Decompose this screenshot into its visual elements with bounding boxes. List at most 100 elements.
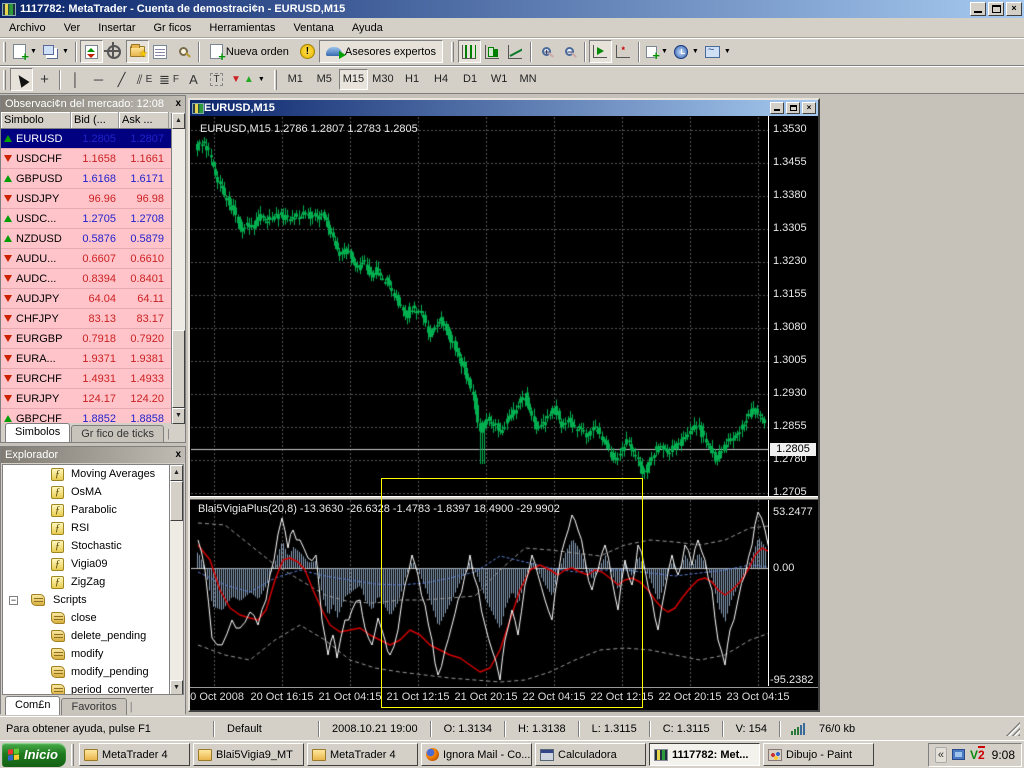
market-watch-scrollbar[interactable]: ▲ ▼ [171, 113, 185, 424]
strategy-tester-button[interactable] [172, 40, 195, 63]
market-watch-row[interactable]: GBPUSD 1.6168 1.6171 [1, 169, 171, 189]
market-watch-toggle[interactable] [80, 40, 103, 63]
market-watch-row[interactable]: USDCHF 1.1658 1.1661 [1, 149, 171, 169]
antivirus-icon[interactable]: V2 [970, 748, 985, 762]
navigator-indicator-item[interactable]: ƒ RSI [3, 519, 183, 537]
navigator-indicator-item[interactable]: ƒ Moving Averages [3, 465, 183, 483]
timeframe-button[interactable]: H1 [398, 69, 427, 90]
navigator-indicator-item[interactable]: ƒ OsMA [3, 483, 183, 501]
market-watch-row[interactable]: EURA... 1.9371 1.9381 [1, 349, 171, 369]
tab-tick-chart[interactable]: Gr fico de ticks [71, 425, 164, 442]
auto-scroll-toggle[interactable] [589, 40, 612, 63]
chart-maximize-button[interactable] [786, 102, 800, 114]
text-tool[interactable]: A [182, 68, 205, 91]
market-watch-row[interactable]: CHFJPY 83.13 83.17 [1, 309, 171, 329]
market-watch-row[interactable]: AUDJPY 64.04 64.11 [1, 289, 171, 309]
tab-simbolos[interactable]: Simbolos [5, 423, 70, 442]
vertical-line-tool[interactable]: │ [64, 68, 87, 91]
alert-icon[interactable]: ! [296, 40, 319, 63]
scroll-down-icon[interactable]: ▼ [172, 408, 185, 424]
column-bid[interactable]: Bid (... [71, 112, 119, 128]
data-window-button[interactable] [103, 40, 126, 63]
navigator-indicator-item[interactable]: ƒ Vigia09 [3, 555, 183, 573]
timeframe-button[interactable]: M15 [339, 69, 368, 90]
maximize-button[interactable] [988, 2, 1004, 16]
chart-close-button[interactable]: × [802, 102, 816, 114]
market-watch-row[interactable]: EURUSD 1.2805 1.2807 [1, 129, 171, 149]
menu-item[interactable]: Insertar [89, 20, 144, 36]
market-watch-row[interactable]: AUDU... 0.6607 0.6610 [1, 249, 171, 269]
column-symbol[interactable]: Simbolo [1, 112, 71, 128]
taskbar-task-button[interactable]: Ignora Mail - Co... [421, 743, 532, 766]
zoom-out-button[interactable]: − [558, 40, 581, 63]
tab-favoritos[interactable]: Favoritos [61, 698, 126, 715]
menu-item[interactable]: Gr ficos [145, 20, 201, 36]
new-order-button[interactable]: + Nueva orden [203, 40, 296, 63]
navigator-scrollbar[interactable]: ▲ ▼ [169, 465, 183, 695]
line-chart-button[interactable] [504, 40, 527, 63]
start-button[interactable]: Inicio [2, 743, 66, 767]
column-ask[interactable]: Ask ... [119, 112, 169, 128]
toolbar-grip[interactable] [3, 70, 6, 90]
chart-window-titlebar[interactable]: EURUSD,M15 × [190, 100, 818, 116]
scroll-up-icon[interactable]: ▲ [170, 465, 183, 481]
bar-chart-button[interactable] [458, 40, 481, 63]
cursor-tool[interactable] [10, 68, 33, 91]
close-icon[interactable]: x [175, 99, 181, 109]
scrollbar-thumb[interactable] [170, 481, 183, 521]
toolbar-grip[interactable] [274, 70, 277, 90]
scrollbar-thumb[interactable] [172, 330, 185, 408]
trendline-tool[interactable]: ╱ [110, 68, 133, 91]
profiles-button[interactable]: ▼ [40, 40, 72, 63]
navigator-script-item[interactable]: modify [3, 645, 183, 663]
network-icon[interactable] [952, 749, 965, 760]
scroll-down-icon[interactable]: ▼ [170, 680, 183, 695]
timeframe-button[interactable]: M5 [310, 69, 339, 90]
horizontal-line-tool[interactable]: ─ [87, 68, 110, 91]
chart-shift-button[interactable]: * [612, 40, 635, 63]
market-watch-row[interactable]: NZDUSD 0.5876 0.5879 [1, 229, 171, 249]
periods-button[interactable]: ▼ [671, 40, 702, 63]
new-chart-button[interactable]: +▼ [10, 40, 40, 63]
crosshair-tool[interactable]: + [33, 68, 56, 91]
selection-rectangle[interactable] [381, 478, 643, 708]
market-watch-row[interactable]: GBPCHF 1.8852 1.8858 [1, 409, 171, 423]
navigator-toggle[interactable]: ★ [126, 40, 149, 63]
tray-chevron-icon[interactable]: « [935, 747, 947, 763]
fibonacci-tool[interactable]: ≣F [156, 68, 182, 91]
chart-minimize-button[interactable] [770, 102, 784, 114]
taskbar-task-button[interactable]: Blai5Vigia9_MT [193, 743, 304, 766]
status-profile[interactable]: Default [219, 723, 314, 735]
market-watch-row[interactable]: AUDC... 0.8394 0.8401 [1, 269, 171, 289]
taskbar-task-button[interactable]: MetaTrader 4 [79, 743, 190, 766]
navigator-indicator-item[interactable]: ƒ Parabolic [3, 501, 183, 519]
candlestick-chart-button[interactable] [481, 40, 504, 63]
market-watch-row[interactable]: EURGBP 0.7918 0.7920 [1, 329, 171, 349]
menu-item[interactable]: Herramientas [200, 20, 284, 36]
timeframe-button[interactable]: M1 [281, 69, 310, 90]
timeframe-button[interactable]: M30 [368, 69, 397, 90]
navigator-script-item[interactable]: close [3, 609, 183, 627]
navigator-indicator-item[interactable]: ƒ Stochastic [3, 537, 183, 555]
toolbar-grip[interactable] [451, 42, 454, 62]
menu-item[interactable]: Ventana [284, 20, 342, 36]
market-watch-row[interactable]: EURJPY 124.17 124.20 [1, 389, 171, 409]
menu-item[interactable]: Ver [55, 20, 90, 36]
market-watch-row[interactable]: USDJPY 96.96 96.98 [1, 189, 171, 209]
scroll-up-icon[interactable]: ▲ [172, 113, 185, 129]
minimize-button[interactable] [970, 2, 986, 16]
zoom-in-button[interactable]: + [535, 40, 558, 63]
expert-advisors-toggle[interactable]: Asesores expertos [319, 40, 443, 63]
tab-comun[interactable]: Com£n [5, 696, 60, 715]
arrows-tool[interactable]: ▼▲▼ [228, 68, 268, 91]
navigator-script-item[interactable]: modify_pending [3, 663, 183, 681]
toolbar-grip[interactable] [3, 42, 6, 62]
candlestick-chart-canvas[interactable] [191, 117, 768, 496]
navigator-scripts-node[interactable]: − Scripts [3, 591, 183, 609]
tray-clock[interactable]: 9:08 [990, 748, 1015, 762]
taskbar-task-button[interactable]: MetaTrader 4 [307, 743, 418, 766]
resize-grip[interactable] [1006, 722, 1020, 736]
timeframe-button[interactable]: W1 [485, 69, 514, 90]
channel-tool[interactable]: ⫽E [133, 68, 156, 91]
timeframe-button[interactable]: D1 [456, 69, 485, 90]
